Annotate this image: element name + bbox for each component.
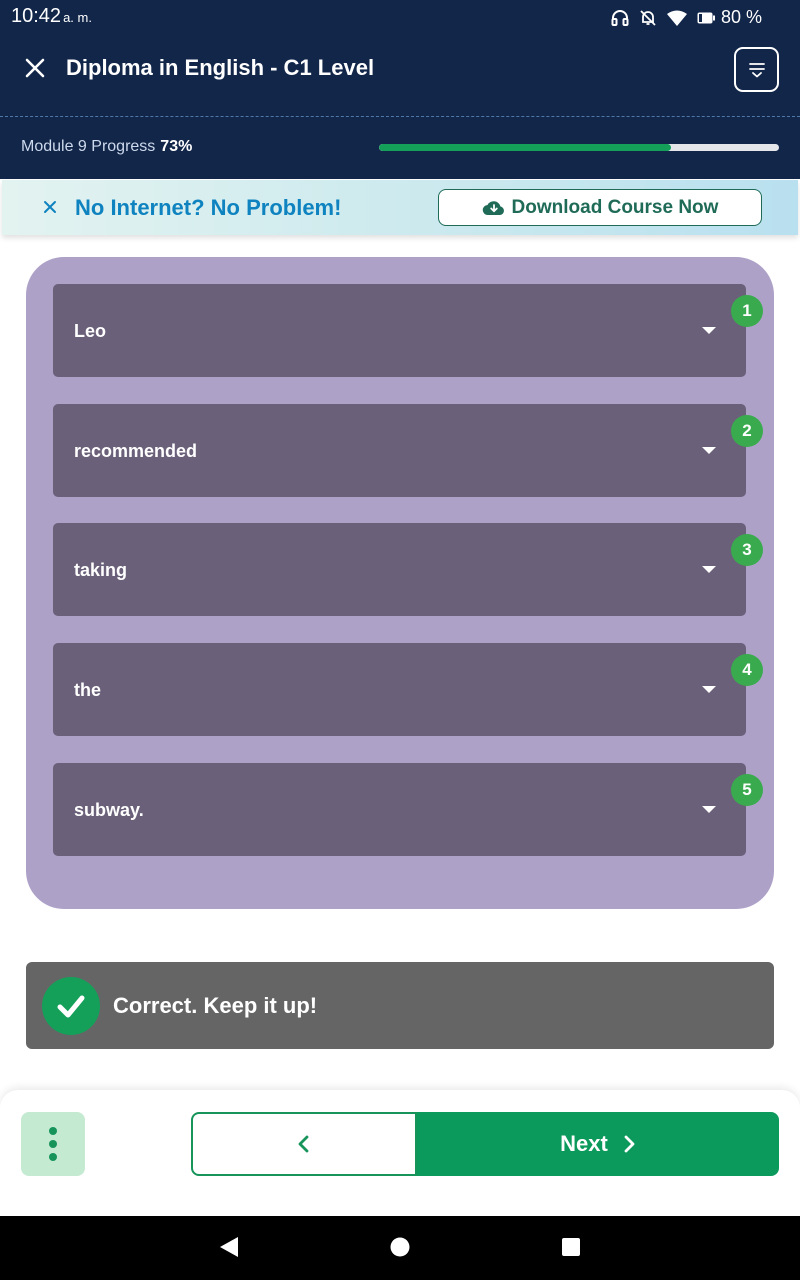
more-vertical-icon-dot bbox=[49, 1140, 57, 1148]
slot-number-badge: 4 bbox=[731, 654, 763, 686]
feedback-text: Correct. Keep it up! bbox=[113, 993, 318, 1018]
feedback-message: Correct. Keep it up! bbox=[26, 962, 774, 1049]
answer-dropdown-3[interactable]: taking 3 bbox=[53, 523, 763, 616]
caret-down-icon bbox=[702, 327, 716, 334]
answer-dropdown-1[interactable]: Leo 1 bbox=[53, 284, 763, 377]
caret-down-icon bbox=[702, 566, 716, 573]
status-bar: 10:42 a. m. 80 % bbox=[0, 0, 800, 34]
progress-label-text: Module 9 Progress bbox=[21, 138, 156, 155]
app-top-area: 10:42 a. m. 80 % Diploma in English - C1… bbox=[0, 0, 800, 179]
progress-bar-fill bbox=[379, 144, 671, 151]
header-divider bbox=[0, 116, 800, 117]
slot-number-badge: 3 bbox=[731, 534, 763, 566]
slot-number-badge: 5 bbox=[731, 774, 763, 806]
bell-off-icon bbox=[640, 9, 656, 26]
banner-close-button[interactable] bbox=[40, 197, 60, 217]
progress-label: Module 9 Progress 73% bbox=[21, 138, 192, 156]
recents-square-icon[interactable] bbox=[561, 1236, 581, 1258]
battery-icon bbox=[697, 12, 715, 23]
download-course-label: Download Course Now bbox=[511, 196, 719, 218]
dropdown-selected-value: the bbox=[74, 680, 101, 700]
chevron-left-icon bbox=[298, 1135, 309, 1153]
status-icons: 80 % bbox=[611, 7, 762, 28]
status-time: 10:42 a. m. bbox=[11, 5, 92, 28]
back-triangle-icon[interactable] bbox=[219, 1236, 239, 1258]
banner-text: No Internet? No Problem! bbox=[75, 195, 342, 220]
progress-bar bbox=[379, 144, 779, 151]
dropdown-selected-value: Leo bbox=[74, 321, 107, 341]
menu-icon bbox=[748, 62, 765, 77]
bottom-navigation: Next bbox=[0, 1090, 800, 1216]
answer-dropdown-5[interactable]: subway. 5 bbox=[53, 763, 763, 856]
app-header: Diploma in English - C1 Level bbox=[0, 40, 800, 102]
caret-down-icon bbox=[702, 806, 716, 813]
progress-percent: 73% bbox=[160, 138, 193, 155]
status-time-ampm: a. m. bbox=[63, 10, 92, 25]
wifi-icon bbox=[666, 10, 687, 26]
slot-number-badge: 2 bbox=[731, 415, 763, 447]
answer-dropdown-2[interactable]: recommended 2 bbox=[53, 404, 763, 497]
headphones-icon bbox=[611, 9, 629, 26]
checkmark-icon bbox=[42, 977, 100, 1035]
more-vertical-icon-dot bbox=[49, 1127, 57, 1135]
status-time-value: 10:42 bbox=[11, 5, 62, 27]
dropdown-selected-value: recommended bbox=[74, 441, 198, 461]
chevron-right-icon bbox=[624, 1135, 635, 1153]
question-card: Leo 1 recommended 2 taking 3 the 4 subwa… bbox=[26, 257, 774, 909]
cloud-download-icon bbox=[482, 200, 504, 215]
home-circle-icon[interactable] bbox=[390, 1236, 410, 1258]
previous-button[interactable] bbox=[191, 1112, 417, 1176]
close-button[interactable] bbox=[20, 53, 50, 83]
download-course-button[interactable]: Download Course Now bbox=[438, 189, 762, 226]
slot-number-badge: 1 bbox=[731, 295, 763, 327]
module-progress: Module 9 Progress 73% bbox=[0, 126, 800, 168]
dropdown-selected-value: subway. bbox=[74, 800, 144, 820]
dropdown-selected-value: taking bbox=[74, 560, 128, 580]
more-options-button[interactable] bbox=[21, 1112, 85, 1176]
caret-down-icon bbox=[702, 447, 716, 454]
more-vertical-icon-dot bbox=[49, 1153, 57, 1161]
close-icon bbox=[44, 201, 56, 213]
next-button[interactable]: Next bbox=[417, 1112, 779, 1176]
battery-percent: 80 % bbox=[720, 7, 762, 27]
caret-down-icon bbox=[702, 686, 716, 693]
system-navigation-bar bbox=[0, 1216, 800, 1280]
close-icon bbox=[25, 58, 45, 78]
answer-dropdown-4[interactable]: the 4 bbox=[53, 643, 763, 736]
next-button-label: Next bbox=[560, 1131, 608, 1156]
page-title: Diploma in English - C1 Level bbox=[66, 55, 375, 80]
menu-button[interactable] bbox=[734, 47, 779, 92]
offline-banner: No Internet? No Problem! Download Course… bbox=[2, 180, 798, 235]
